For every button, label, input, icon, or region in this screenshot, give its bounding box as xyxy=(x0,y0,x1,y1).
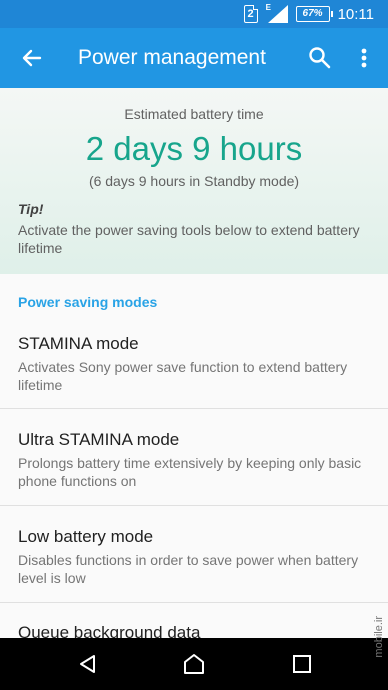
tip-title: Tip! xyxy=(18,201,44,217)
item-title: Ultra STAMINA mode xyxy=(18,430,180,449)
tip-text: Activate the power saving tools below to… xyxy=(18,222,360,256)
search-icon[interactable] xyxy=(306,44,334,72)
item-title: Queue background data xyxy=(18,623,201,638)
item-title: STAMINA mode xyxy=(18,334,139,353)
navigation-bar xyxy=(0,638,388,690)
status-bar: 2 E 67% 10:11 xyxy=(0,0,388,28)
list-item-low-battery[interactable]: Low battery mode Disables functions in o… xyxy=(0,523,388,601)
estimated-label: Estimated battery time xyxy=(124,106,264,122)
item-subtitle: Disables functions in order to save powe… xyxy=(18,552,359,586)
network-type: E xyxy=(265,3,271,12)
list-item-stamina[interactable]: STAMINA mode Activates Sony power save f… xyxy=(0,330,388,408)
battery-summary: Estimated battery time 2 days 9 hours (6… xyxy=(0,88,388,274)
arrow-left-icon[interactable] xyxy=(18,44,46,72)
watermark: mobile.ir xyxy=(373,616,385,658)
item-subtitle: Prolongs battery time extensively by kee… xyxy=(18,455,362,489)
battery-icon: 67% xyxy=(295,6,333,22)
recents-square-icon[interactable] xyxy=(290,652,314,676)
page-title: Power management xyxy=(78,46,266,69)
app-bar: Power management xyxy=(0,28,388,88)
divider xyxy=(0,602,388,603)
list-item-queue-background[interactable]: Queue background data xyxy=(0,619,388,638)
sim-slot-icon: 2 xyxy=(243,5,258,23)
divider xyxy=(0,408,388,409)
divider xyxy=(0,505,388,506)
estimated-time: 2 days 9 hours xyxy=(85,130,303,167)
home-circle-icon[interactable] xyxy=(182,652,206,676)
list-item-ultra-stamina[interactable]: Ultra STAMINA mode Prolongs battery time… xyxy=(0,426,388,504)
standby-time: (6 days 9 hours in Standby mode) xyxy=(88,173,300,189)
item-title: Low battery mode xyxy=(18,527,154,546)
clock: 10:11 xyxy=(337,5,374,23)
back-triangle-icon[interactable] xyxy=(76,652,100,676)
item-subtitle: Activates Sony power save function to ex… xyxy=(18,359,348,393)
more-vert-icon[interactable] xyxy=(352,44,376,72)
section-title: Power saving modes xyxy=(18,294,158,310)
signal-icon: E xyxy=(265,3,288,23)
